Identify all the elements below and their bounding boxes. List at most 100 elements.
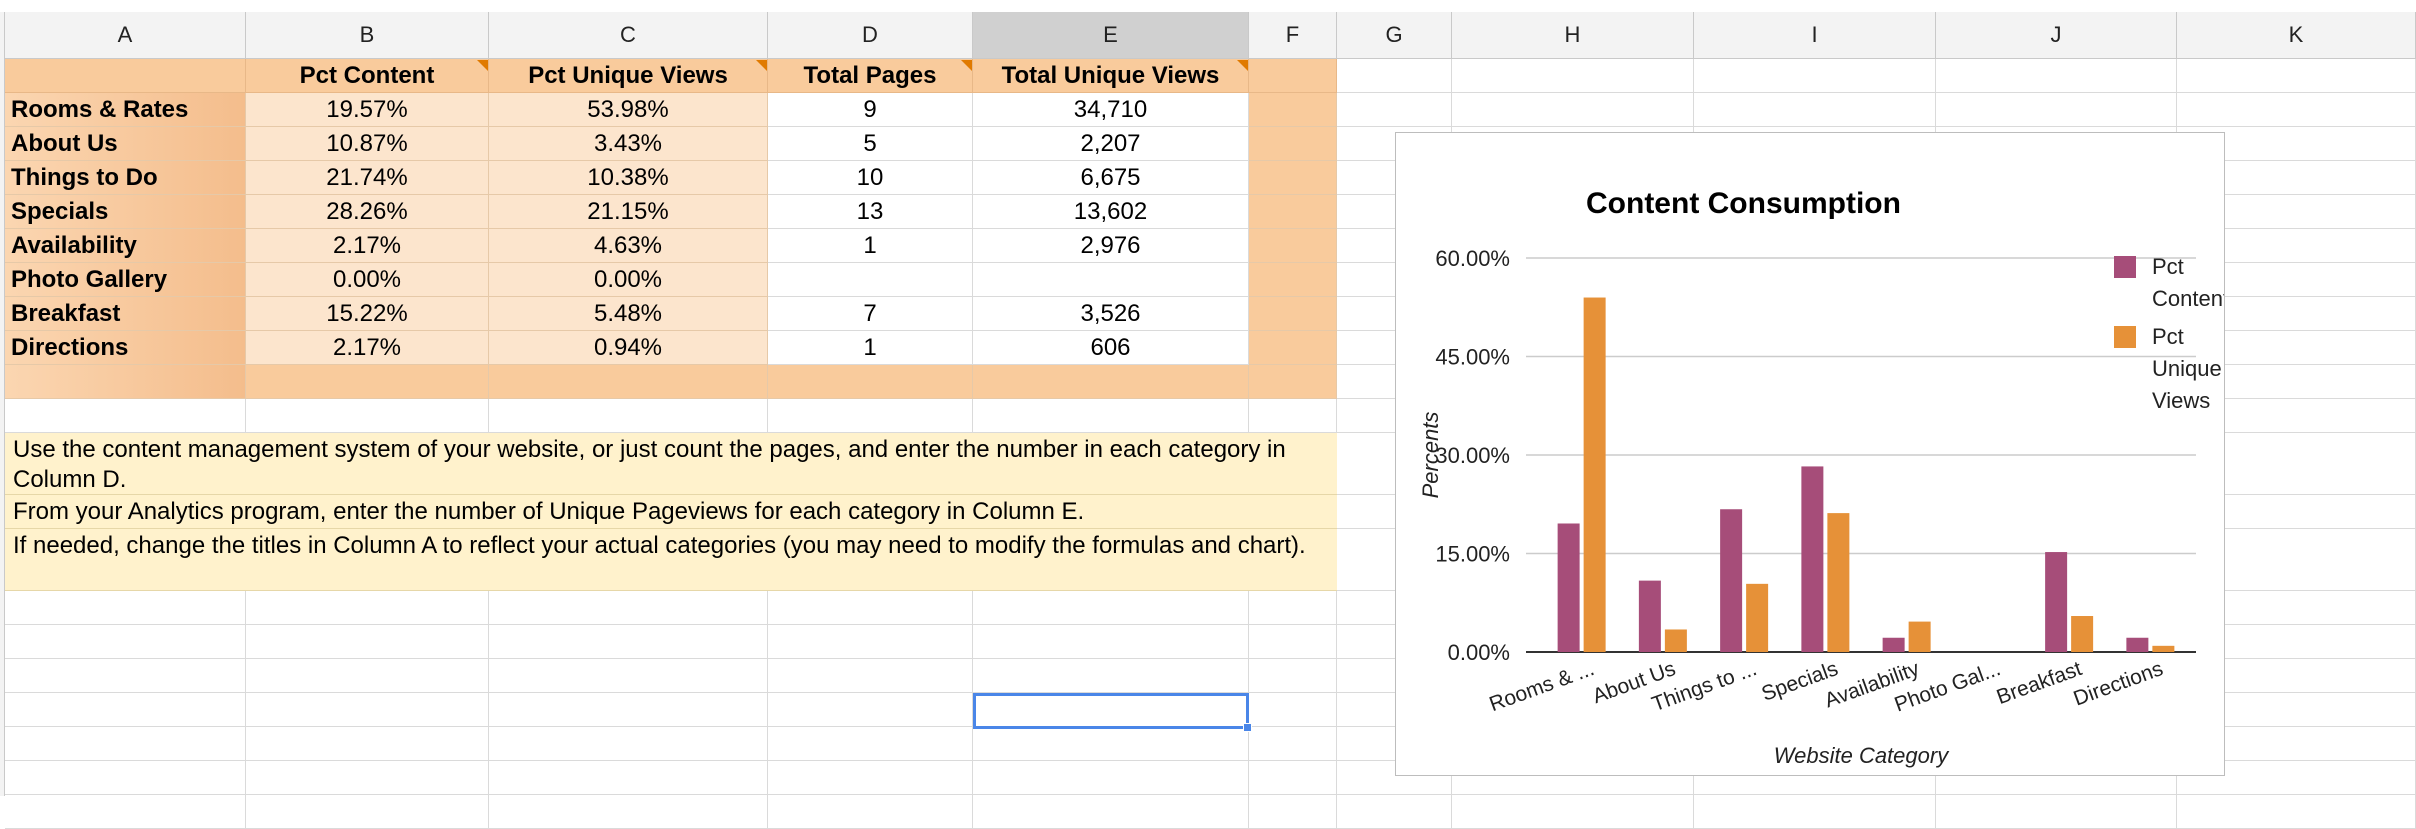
data-cell[interactable]: 34,710: [973, 93, 1249, 127]
empty-cell[interactable]: [2177, 795, 2416, 829]
data-cell[interactable]: [1249, 263, 1337, 297]
empty-cell[interactable]: [973, 591, 1249, 625]
column-header-d[interactable]: D: [768, 12, 973, 59]
empty-cell[interactable]: [1249, 693, 1337, 727]
header-cell-2[interactable]: Pct Unique Views: [489, 59, 768, 93]
empty-cell[interactable]: [768, 727, 973, 761]
empty-cell[interactable]: [1337, 795, 1452, 829]
empty-cell[interactable]: [5, 659, 246, 693]
empty-cell[interactable]: [1452, 795, 1694, 829]
selected-cell[interactable]: [973, 693, 1249, 729]
empty-cell[interactable]: [5, 693, 246, 727]
empty-cell[interactable]: [2177, 93, 2416, 127]
empty-cell[interactable]: [246, 591, 489, 625]
row-label-cell[interactable]: Availability: [5, 229, 246, 263]
data-cell[interactable]: 1: [768, 229, 973, 263]
data-cell[interactable]: 606: [973, 331, 1249, 365]
instruction-note[interactable]: If needed, change the titles in Column A…: [5, 529, 1337, 591]
data-cell[interactable]: 21.15%: [489, 195, 768, 229]
empty-cell[interactable]: [768, 761, 973, 795]
empty-cell[interactable]: [489, 625, 768, 659]
empty-cell[interactable]: [973, 795, 1249, 829]
data-cell[interactable]: 53.98%: [489, 93, 768, 127]
data-cell[interactable]: [768, 263, 973, 297]
empty-cell[interactable]: [5, 399, 246, 433]
header-cell-0[interactable]: [5, 59, 246, 93]
data-cell[interactable]: 2,207: [973, 127, 1249, 161]
row-label-cell[interactable]: Rooms & Rates: [5, 93, 246, 127]
empty-cell[interactable]: [5, 591, 246, 625]
empty-cell[interactable]: [1452, 93, 1694, 127]
empty-cell[interactable]: [1337, 93, 1452, 127]
empty-cell[interactable]: [1249, 625, 1337, 659]
chart-content-consumption[interactable]: Content Consumption 0.00% 15.00% 30.00% 45.0…: [1395, 132, 2229, 776]
empty-cell[interactable]: [1694, 93, 1936, 127]
empty-cell[interactable]: [768, 659, 973, 693]
data-cell[interactable]: [1249, 127, 1337, 161]
empty-cell[interactable]: [768, 693, 973, 727]
empty-cell[interactable]: [489, 693, 768, 727]
empty-cell[interactable]: [973, 659, 1249, 693]
empty-cell[interactable]: [5, 625, 246, 659]
data-cell[interactable]: 19.57%: [246, 93, 489, 127]
empty-cell[interactable]: [1249, 365, 1337, 399]
empty-cell[interactable]: [1249, 591, 1337, 625]
empty-cell[interactable]: [768, 795, 973, 829]
data-cell[interactable]: 3.43%: [489, 127, 768, 161]
row-label-cell[interactable]: Breakfast: [5, 297, 246, 331]
data-cell[interactable]: 0.00%: [246, 263, 489, 297]
row-label-cell[interactable]: Specials: [5, 195, 246, 229]
column-header-h[interactable]: H: [1452, 12, 1694, 59]
empty-cell[interactable]: [1936, 59, 2177, 93]
empty-cell[interactable]: [768, 625, 973, 659]
column-header-i[interactable]: I: [1694, 12, 1936, 59]
column-header-e[interactable]: E: [973, 12, 1249, 59]
data-cell[interactable]: 10.38%: [489, 161, 768, 195]
header-cell-3[interactable]: Total Pages: [768, 59, 973, 93]
data-cell[interactable]: 13: [768, 195, 973, 229]
data-cell[interactable]: 4.63%: [489, 229, 768, 263]
empty-cell[interactable]: [1936, 795, 2177, 829]
row-label-cell[interactable]: About Us: [5, 127, 246, 161]
empty-cell[interactable]: [1337, 59, 1452, 93]
row-label-cell[interactable]: Directions: [5, 331, 246, 365]
data-cell[interactable]: [1249, 195, 1337, 229]
empty-cell[interactable]: [1249, 727, 1337, 761]
empty-cell[interactable]: [1694, 59, 1936, 93]
row-label-cell[interactable]: Photo Gallery: [5, 263, 246, 297]
data-cell[interactable]: 6,675: [973, 161, 1249, 195]
data-cell[interactable]: [1249, 229, 1337, 263]
data-cell[interactable]: [1249, 93, 1337, 127]
column-header-g[interactable]: G: [1337, 12, 1452, 59]
empty-cell[interactable]: [489, 365, 768, 399]
column-header-b[interactable]: B: [246, 12, 489, 59]
data-cell[interactable]: 28.26%: [246, 195, 489, 229]
row-label-cell[interactable]: Things to Do: [5, 161, 246, 195]
empty-cell[interactable]: [973, 399, 1249, 433]
comment-indicator-icon[interactable]: [961, 60, 972, 71]
empty-cell[interactable]: [5, 727, 246, 761]
column-header-j[interactable]: J: [1936, 12, 2177, 59]
data-cell[interactable]: 10: [768, 161, 973, 195]
data-cell[interactable]: 10.87%: [246, 127, 489, 161]
empty-cell[interactable]: [973, 761, 1249, 795]
comment-indicator-icon[interactable]: [477, 60, 488, 71]
instruction-note[interactable]: From your Analytics program, enter the n…: [5, 495, 1337, 529]
empty-cell[interactable]: [1249, 795, 1337, 829]
empty-cell[interactable]: [1249, 659, 1337, 693]
empty-cell[interactable]: [973, 625, 1249, 659]
data-cell[interactable]: 7: [768, 297, 973, 331]
data-cell[interactable]: 21.74%: [246, 161, 489, 195]
empty-cell[interactable]: [1694, 795, 1936, 829]
empty-cell[interactable]: [2177, 59, 2416, 93]
empty-cell[interactable]: [1249, 399, 1337, 433]
comment-indicator-icon[interactable]: [756, 60, 767, 71]
data-cell[interactable]: [1249, 161, 1337, 195]
comment-indicator-icon[interactable]: [1237, 60, 1248, 71]
data-cell[interactable]: 9: [768, 93, 973, 127]
empty-cell[interactable]: [489, 659, 768, 693]
data-cell[interactable]: 1: [768, 331, 973, 365]
empty-cell[interactable]: [768, 365, 973, 399]
empty-cell[interactable]: [246, 693, 489, 727]
empty-cell[interactable]: [246, 727, 489, 761]
